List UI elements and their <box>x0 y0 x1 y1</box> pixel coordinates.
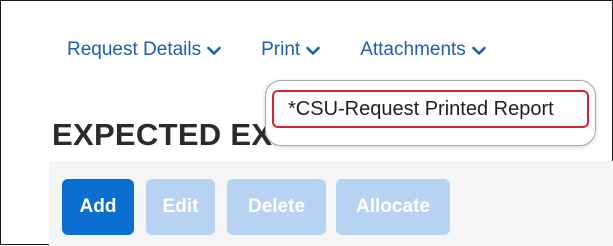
screenshot-frame: Request Details Print Attachments EXPECT… <box>0 0 613 246</box>
edit-button[interactable]: Edit <box>146 179 215 235</box>
delete-button[interactable]: Delete <box>227 179 326 235</box>
nav-attachments[interactable]: Attachments <box>360 39 486 61</box>
nav-request-details[interactable]: Request Details <box>67 39 221 61</box>
add-button[interactable]: Add <box>62 179 134 235</box>
nav-request-details-label: Request Details <box>67 39 202 60</box>
nav-print[interactable]: Print <box>261 39 321 61</box>
chevron-down-icon <box>306 46 321 56</box>
chevron-down-icon <box>207 46 221 56</box>
request-nav: Request Details Print Attachments <box>67 38 486 62</box>
nav-print-label: Print <box>261 39 301 60</box>
chevron-down-icon <box>472 46 486 56</box>
nav-attachments-label: Attachments <box>360 39 466 60</box>
allocate-button[interactable]: Allocate <box>336 179 450 235</box>
menu-item-csu-request-printed-report[interactable]: *CSU-Request Printed Report <box>272 90 589 128</box>
